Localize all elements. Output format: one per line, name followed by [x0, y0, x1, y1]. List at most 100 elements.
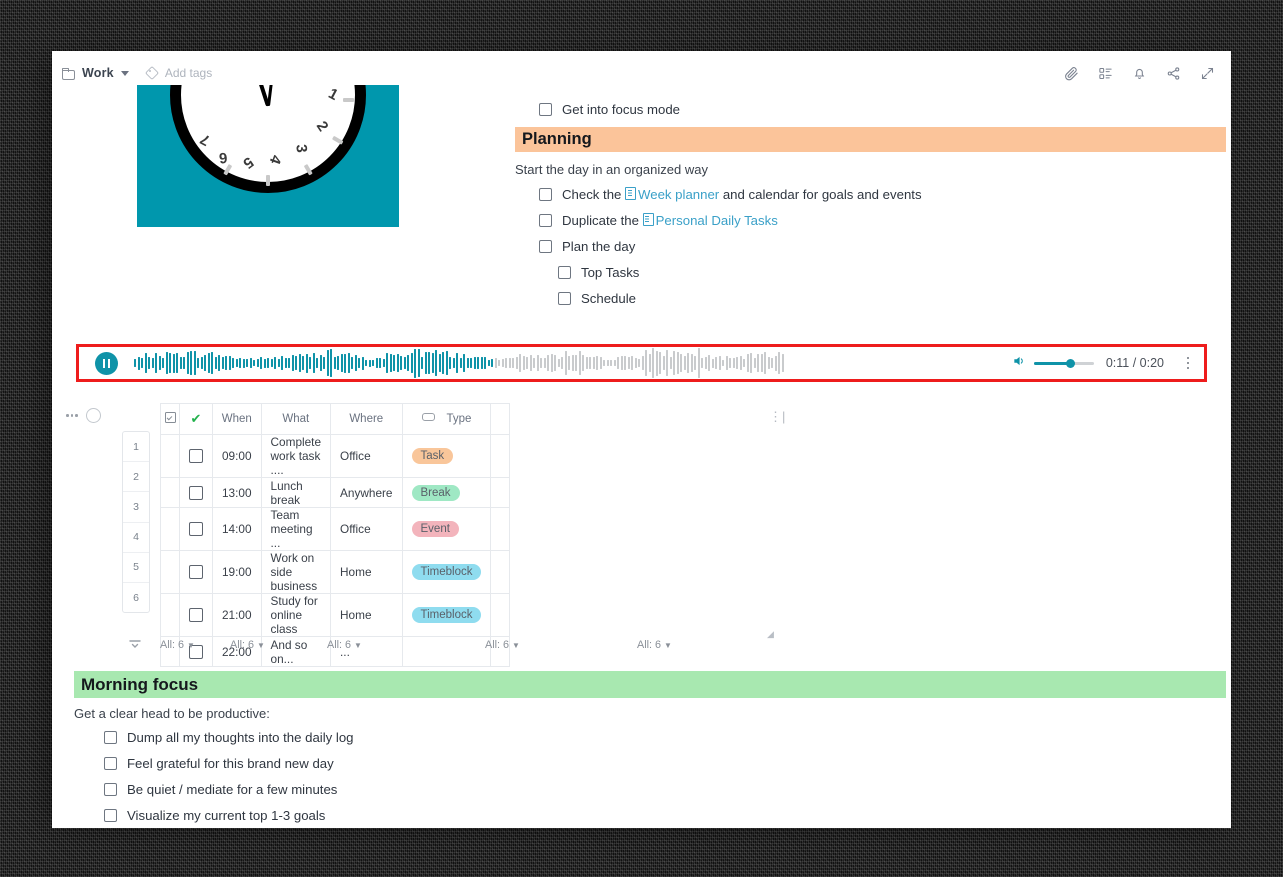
select-all-circle-icon[interactable]	[85, 408, 101, 423]
cell-type[interactable]: Task	[401, 434, 492, 478]
row-done-cell[interactable]	[179, 477, 213, 508]
add-column-handle[interactable]: ⋮|	[769, 409, 785, 425]
tag-icon[interactable]	[146, 67, 158, 79]
footer-summary[interactable]: All: 6 ▼	[637, 639, 672, 651]
list-view-icon[interactable]	[1097, 65, 1113, 81]
row-done-cell[interactable]	[179, 507, 213, 551]
cell-what[interactable]: Work on side business	[260, 550, 332, 594]
row-done-cell[interactable]	[179, 550, 213, 594]
workspace-name[interactable]: Work	[82, 66, 114, 80]
cell-what[interactable]: Study for online class	[260, 593, 332, 637]
checkbox[interactable]	[104, 731, 117, 744]
checkbox[interactable]	[104, 809, 117, 822]
checkbox[interactable]	[539, 214, 552, 227]
cell-type[interactable]: Timeblock	[401, 550, 492, 594]
cell-type[interactable]: Event	[401, 507, 492, 551]
footer-summary[interactable]: All: 6 ▼	[327, 639, 362, 651]
row-select-cell[interactable]	[160, 550, 180, 594]
add-tags-button[interactable]: Add tags	[165, 66, 212, 80]
cell-where[interactable]: Office	[330, 434, 403, 478]
bell-icon[interactable]	[1131, 65, 1147, 81]
cell-where[interactable]: Anywhere	[330, 477, 403, 508]
footer-summary[interactable]: All: 6 ▼	[160, 639, 195, 651]
cell-type[interactable]	[401, 636, 492, 667]
checkbox[interactable]	[104, 783, 117, 796]
row-select-cell[interactable]	[160, 507, 180, 551]
row-done-cell[interactable]	[179, 434, 213, 478]
cell-type[interactable]: Break	[401, 477, 492, 508]
table-row[interactable]: 19:00 Work on side business Home Timeblock	[160, 550, 511, 594]
checklist-item[interactable]: Get into focus mode	[539, 101, 680, 119]
checkbox[interactable]	[189, 565, 203, 580]
column-header-when[interactable]: When	[212, 403, 262, 435]
speaker-icon[interactable]	[1012, 354, 1026, 373]
page-link-week-planner[interactable]: Week planner	[638, 187, 719, 202]
pause-icon[interactable]	[95, 351, 118, 375]
row-select-cell[interactable]	[160, 434, 180, 478]
chevron-down-icon[interactable]	[120, 70, 129, 76]
checklist-item[interactable]: Feel grateful for this brand new day	[104, 755, 334, 773]
row-number[interactable]: 6	[123, 583, 149, 612]
share-icon[interactable]	[1165, 65, 1181, 81]
row-done-cell[interactable]	[179, 593, 213, 637]
checkbox[interactable]	[189, 608, 203, 623]
paperclip-icon[interactable]	[1063, 65, 1079, 81]
cell-when[interactable]: 09:00	[212, 434, 262, 478]
collapse-rows-icon[interactable]	[128, 635, 142, 653]
cell-type[interactable]: Timeblock	[401, 593, 492, 637]
cell-where[interactable]: Home	[330, 550, 403, 594]
row-number[interactable]: 2	[123, 462, 149, 493]
cell-what[interactable]: And so on...	[260, 636, 332, 667]
checklist-item-plan-the-day[interactable]: Plan the day	[539, 238, 635, 256]
cell-when[interactable]: 13:00	[212, 477, 262, 508]
footer-summary[interactable]: All: 6 ▼	[485, 639, 520, 651]
cell-when[interactable]: 19:00	[212, 550, 262, 594]
table-row[interactable]: 13:00 Lunch break Anywhere Break	[160, 477, 511, 508]
checklist-item[interactable]: Be quiet / mediate for a few minutes	[104, 781, 337, 799]
table-row[interactable]: 14:00 Team meeting ... Office Event	[160, 507, 511, 551]
checkbox[interactable]	[539, 240, 552, 253]
cell-where[interactable]: Home	[330, 593, 403, 637]
checkbox[interactable]	[104, 757, 117, 770]
checkbox[interactable]	[539, 103, 552, 116]
checkbox[interactable]	[189, 522, 203, 537]
checkbox[interactable]	[558, 266, 571, 279]
waveform-seekbar[interactable]	[134, 346, 1006, 380]
kebab-menu-icon[interactable]	[1178, 356, 1198, 370]
volume-slider[interactable]	[1033, 356, 1094, 370]
checklist-item[interactable]: Dump all my thoughts into the daily log	[104, 729, 354, 747]
row-number[interactable]: 1	[123, 432, 149, 463]
row-number[interactable]: 5	[123, 553, 149, 583]
checkbox[interactable]	[189, 449, 203, 464]
checkbox[interactable]	[539, 188, 552, 201]
column-header-type[interactable]: Type	[401, 403, 492, 435]
column-header-done[interactable]: ✔	[179, 403, 213, 435]
cell-what[interactable]: Team meeting ...	[260, 507, 332, 551]
checkbox[interactable]	[189, 485, 203, 500]
cell-when[interactable]: 14:00	[212, 507, 262, 551]
column-header-where[interactable]: Where	[330, 403, 403, 435]
row-number[interactable]: 3	[123, 492, 149, 523]
drag-handle-icon[interactable]	[66, 414, 78, 417]
checklist-item-personal-daily-tasks[interactable]: Duplicate the Personal Daily Tasks	[539, 212, 778, 230]
column-header-select[interactable]	[160, 403, 180, 435]
row-select-cell[interactable]	[160, 477, 180, 508]
row-number[interactable]: 4	[123, 523, 149, 553]
column-header-what[interactable]: What	[260, 403, 332, 435]
cell-when[interactable]: 21:00	[212, 593, 262, 637]
checklist-item-schedule[interactable]: Schedule	[558, 290, 636, 308]
table-row[interactable]: 21:00 Study for online class Home Timeblock	[160, 593, 511, 637]
expand-icon[interactable]	[1199, 65, 1215, 81]
cell-what[interactable]: Complete work task ....	[260, 434, 332, 478]
checklist-item-top-tasks[interactable]: Top Tasks	[558, 264, 639, 282]
audio-player[interactable]: 0:11 / 0:20	[76, 344, 1207, 382]
checklist-item-week-planner[interactable]: Check the Week planner and calendar for …	[539, 186, 922, 204]
page-link-personal-daily-tasks[interactable]: Personal Daily Tasks	[656, 213, 778, 228]
row-select-cell[interactable]	[160, 593, 180, 637]
cell-what[interactable]: Lunch break	[260, 477, 332, 508]
table-row[interactable]: 09:00 Complete work task .... Office Task	[160, 434, 511, 478]
checklist-item[interactable]: Visualize my current top 1-3 goals	[104, 807, 325, 825]
cell-where[interactable]: Office	[330, 507, 403, 551]
footer-summary[interactable]: All: 6 ▼	[230, 639, 265, 651]
checkbox[interactable]	[558, 292, 571, 305]
